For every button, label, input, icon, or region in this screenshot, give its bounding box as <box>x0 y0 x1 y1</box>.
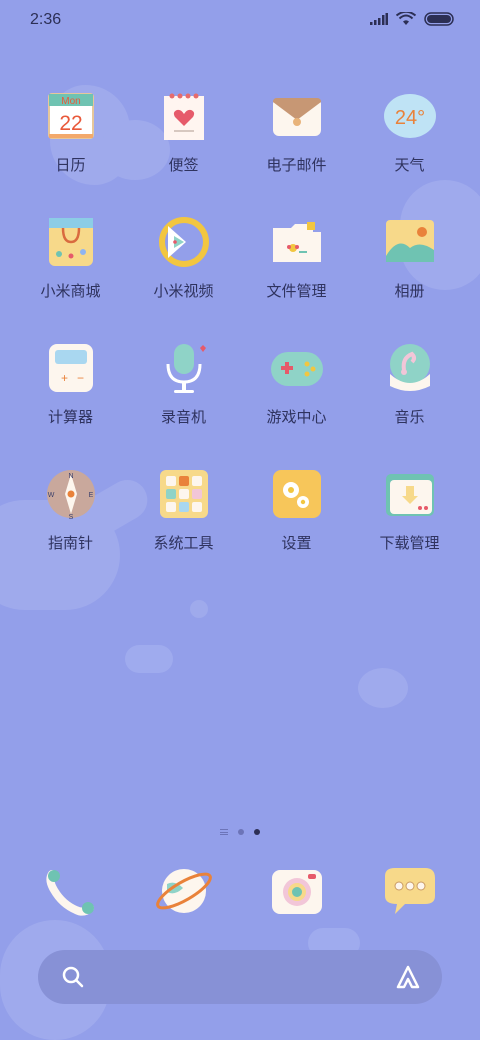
weather-icon: 24° <box>382 88 438 144</box>
page-dot <box>238 829 244 835</box>
planet-icon <box>153 860 215 922</box>
app-notes[interactable]: 便签 <box>127 88 240 174</box>
signal-icon <box>370 13 388 25</box>
calendar-weekday: Mon <box>61 96 80 107</box>
app-email[interactable]: 电子邮件 <box>240 88 353 174</box>
status-time: 2:36 <box>30 11 62 28</box>
folder-icon <box>269 214 325 270</box>
gallery-icon <box>382 214 438 270</box>
app-recorder[interactable]: 录音机 <box>127 340 240 426</box>
app-label: 设置 <box>281 534 312 552</box>
app-settings[interactable]: 设置 <box>240 466 353 552</box>
microphone-icon <box>156 340 212 396</box>
app-label: 系统工具 <box>153 534 214 552</box>
wifi-icon <box>396 12 416 25</box>
app-weather[interactable]: 24° 天气 <box>353 88 466 174</box>
assistant-icon[interactable] <box>394 963 422 991</box>
message-icon <box>379 860 441 922</box>
app-label: 天气 <box>394 156 425 174</box>
compass-west: W <box>47 492 54 499</box>
app-label: 小米商城 <box>40 282 101 300</box>
page-dot-active <box>254 829 260 835</box>
dock-camera[interactable] <box>240 860 353 946</box>
app-label: 电子邮件 <box>266 156 327 174</box>
gamepad-icon <box>269 340 325 396</box>
app-label: 相册 <box>394 282 425 300</box>
camera-icon <box>266 860 328 922</box>
app-calculator[interactable]: + − 计算器 <box>14 340 127 426</box>
battery-icon <box>424 12 454 26</box>
tools-folder-icon <box>156 466 212 522</box>
app-mi-video[interactable]: 小米视频 <box>127 214 240 300</box>
status-bar: 2:36 <box>0 0 480 40</box>
calendar-date: 22 <box>59 112 82 135</box>
menu-lines-icon <box>220 829 228 835</box>
app-file-manager[interactable]: 文件管理 <box>240 214 353 300</box>
dock-browser[interactable] <box>127 860 240 946</box>
app-compass[interactable]: N S E W 指南针 <box>14 466 127 552</box>
settings-icon <box>269 466 325 522</box>
app-label: 游戏中心 <box>266 408 327 426</box>
compass-icon: N S E W <box>43 466 99 522</box>
compass-east: E <box>88 492 93 499</box>
app-mi-store[interactable]: 小米商城 <box>14 214 127 300</box>
email-icon <box>269 88 325 144</box>
app-downloads[interactable]: 下载管理 <box>353 466 466 552</box>
app-label: 录音机 <box>160 408 206 426</box>
calculator-icon: + − <box>43 340 99 396</box>
page-indicator[interactable] <box>0 829 480 835</box>
search-bar[interactable] <box>38 950 442 1004</box>
app-gallery[interactable]: 相册 <box>353 214 466 300</box>
notes-icon <box>156 88 212 144</box>
app-game-center[interactable]: 游戏中心 <box>240 340 353 426</box>
app-calendar[interactable]: Mon 22 日历 <box>14 88 127 174</box>
svg-text:−: − <box>77 371 84 385</box>
app-label: 日历 <box>55 156 86 174</box>
dock <box>14 860 466 946</box>
dock-phone[interactable] <box>14 860 127 946</box>
calendar-icon: Mon 22 <box>43 88 99 144</box>
phone-icon <box>40 860 102 922</box>
app-grid: Mon 22 日历 便签 电子邮件 24° 天气 小米商城 小米视频 文件管理 … <box>14 88 466 552</box>
download-icon <box>382 466 438 522</box>
music-icon <box>382 340 438 396</box>
app-label: 下载管理 <box>379 534 440 552</box>
app-music[interactable]: 音乐 <box>353 340 466 426</box>
status-icons <box>370 12 454 26</box>
shopping-bag-icon <box>43 214 99 270</box>
compass-north: N <box>68 473 73 480</box>
app-system-tools[interactable]: 系统工具 <box>127 466 240 552</box>
app-label: 文件管理 <box>266 282 327 300</box>
dock-messages[interactable] <box>353 860 466 946</box>
search-icon[interactable] <box>60 964 86 990</box>
svg-text:+: + <box>61 371 68 385</box>
app-label: 音乐 <box>394 408 425 426</box>
weather-temperature: 24° <box>394 107 424 129</box>
compass-south: S <box>68 514 73 521</box>
video-icon <box>156 214 212 270</box>
app-label: 小米视频 <box>153 282 214 300</box>
app-label: 指南针 <box>47 534 93 552</box>
app-label: 计算器 <box>47 408 93 426</box>
app-label: 便签 <box>168 156 199 174</box>
